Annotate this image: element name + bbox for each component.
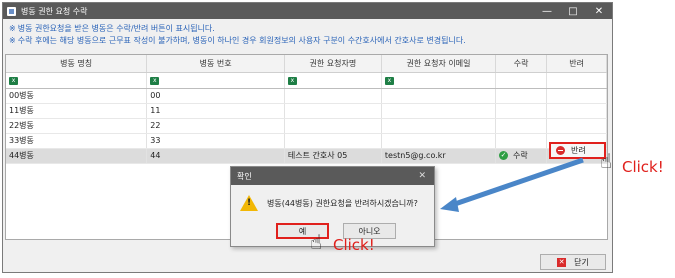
dialog-title: 확인: [237, 171, 252, 181]
warning-icon: !: [240, 195, 258, 211]
dialog-title-bar: 확인 ✕: [231, 167, 434, 185]
hand-pointer-icon: ☝: [600, 149, 613, 173]
click-annotation: Click!: [622, 158, 664, 176]
click-annotation: Click!: [333, 236, 375, 254]
dialog-message: 병동(44병동) 권한요청을 반려하시겠습니까?: [267, 198, 418, 208]
confirm-dialog: 확인 ✕ ! 병동(44병동) 권한요청을 반려하시겠습니까? 예 아니오: [230, 166, 435, 247]
hand-pointer-icon: ☝: [310, 230, 323, 254]
dialog-close-icon[interactable]: ✕: [418, 171, 426, 181]
